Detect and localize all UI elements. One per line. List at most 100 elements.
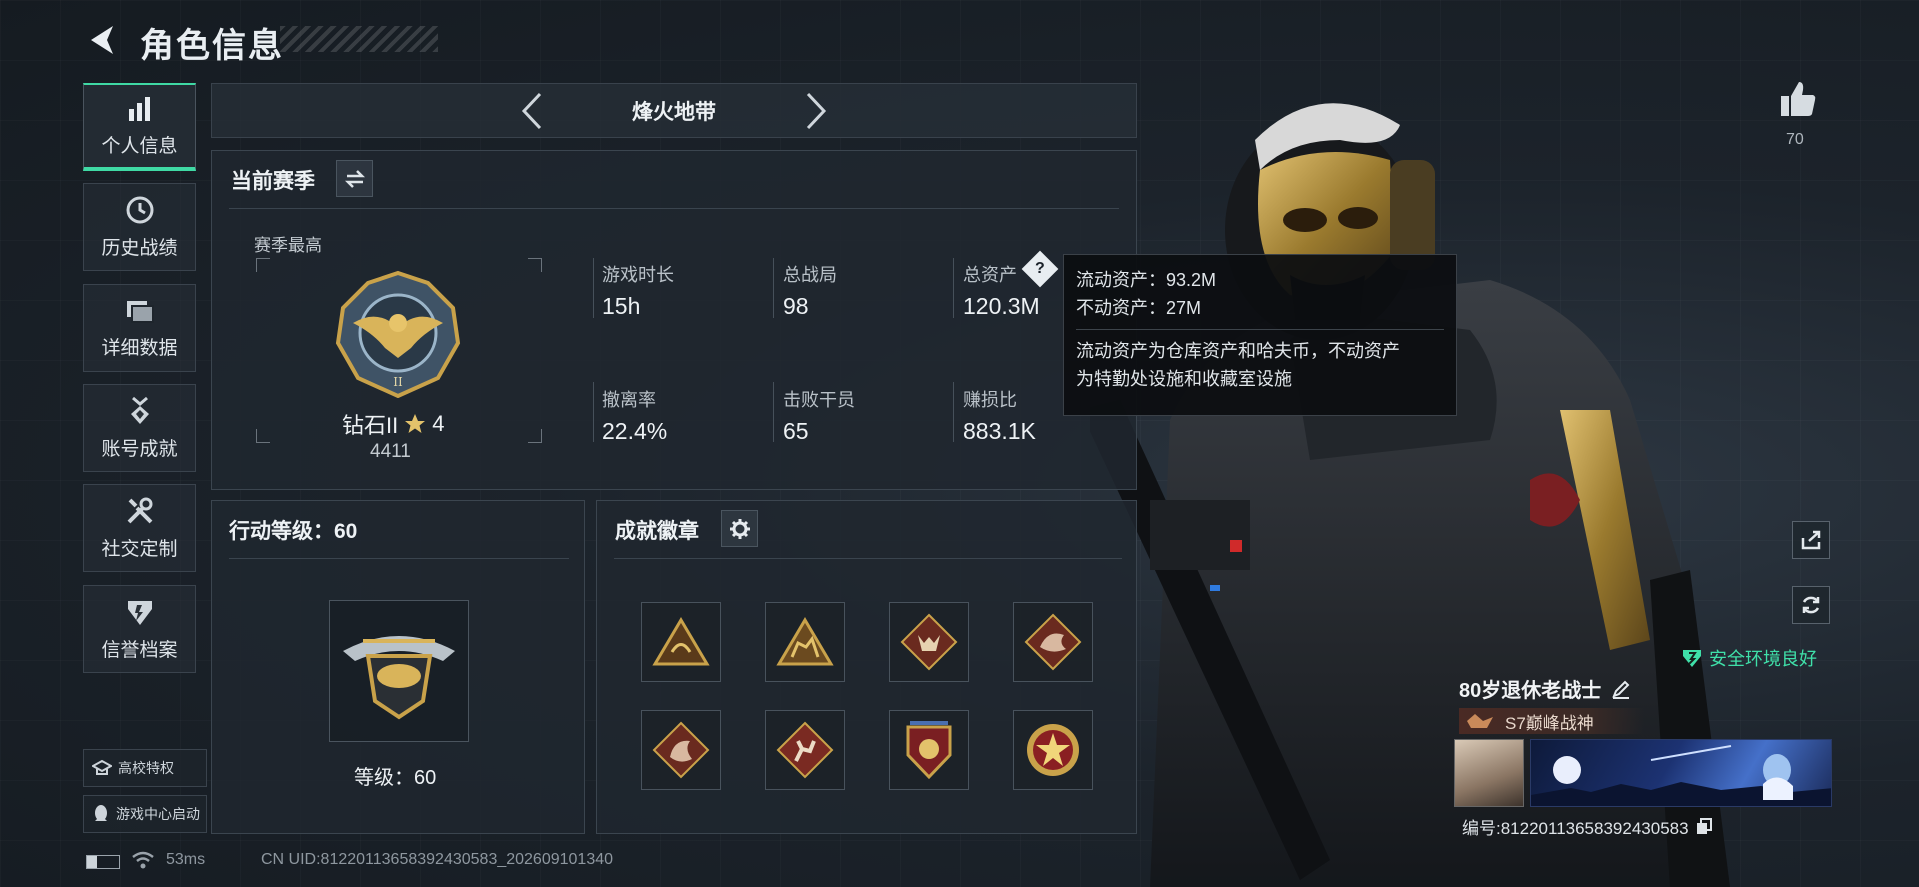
stat-value: 65 [783,418,809,444]
divider [229,558,569,559]
action-level-emblem[interactable] [329,600,469,742]
divider [953,258,954,318]
refresh-button[interactable] [1792,586,1830,624]
school-privilege-label: 高校特权 [118,760,174,776]
sidebar-item-personal-info[interactable]: 个人信息 [83,83,196,171]
sidebar-item-label: 账号成就 [101,438,178,460]
copy-icon[interactable] [1695,817,1713,836]
sidebar-item-label: 社交定制 [101,538,178,560]
sidebar-item-label: 个人信息 [101,135,178,157]
divider [229,208,1119,209]
tooltip-note-2: 为特勤处设施和收藏室设施 [1076,368,1292,389]
safety-shield-icon [1683,650,1701,667]
badge-slot[interactable] [889,710,969,790]
badge-slot[interactable] [765,710,845,790]
stat-value: 22.4% [602,418,668,444]
like-button[interactable] [1779,80,1817,118]
sidebar-item-label: 历史战绩 [101,237,178,259]
helicopter-badge-icon [343,636,455,720]
divider [593,258,594,318]
badge-slot[interactable] [641,602,721,682]
badge-slot[interactable] [1013,710,1093,790]
badge-settings-button[interactable] [721,510,758,547]
badge-slot[interactable] [765,602,845,682]
sidebar-item-achievements[interactable]: 账号成就 [83,384,196,472]
school-privilege-button[interactable]: 高校特权 [83,749,207,787]
stat-value: 120.3M [963,293,1040,319]
switch-season-button[interactable] [336,160,373,197]
sidebar-item-detail-data[interactable]: 详细数据 [83,284,196,372]
back-button[interactable] [84,22,120,58]
shield-icon [127,600,152,625]
bar-chart-icon [128,96,150,121]
chevron-right-icon [806,92,827,129]
tooltip-note-1: 流动资产为仓库资产和哈夫币，不动资产 [1076,340,1400,361]
season-title: 当前赛季 [231,170,315,193]
edit-pencil-icon[interactable] [1611,679,1631,699]
action-level-title: 行动等级：60 [229,520,358,543]
player-title-badge[interactable]: S7巅峰战神 [1459,708,1644,734]
rank-line: 钻石II 4 [342,408,444,440]
player-uid: 编号:81220113658392430583 [1462,819,1689,838]
badge-slot[interactable] [889,602,969,682]
badge-slot[interactable] [1013,602,1093,682]
safety-text: 安全环境良好 [1709,649,1817,669]
gear-icon [729,518,750,539]
back-arrow-icon [91,26,113,54]
star-badge-icon [1027,724,1079,776]
wifi-icon [132,851,154,874]
triangle-badge-icon [652,617,710,666]
asset-tooltip: 流动资产：93.2M 不动资产：27M 流动资产为仓库资产和哈夫币，不动资产 为… [1063,254,1457,416]
stat-value: 883.1K [963,418,1036,444]
player-uid-line: 编号:81220113658392430583 [1462,814,1713,839]
sidebar-item-social[interactable]: 社交定制 [83,484,196,572]
battery-icon [86,855,120,869]
triangle-camel-badge-icon [776,617,834,666]
wolf-badge-icon [900,613,958,671]
sidebar-item-label: 信誉档案 [101,639,178,661]
divider [953,382,954,442]
stat-label: 总战局 [783,265,837,285]
sidebar-item-history[interactable]: 历史战绩 [83,183,196,271]
tooltip-fixed: 不动资产：27M [1076,297,1202,318]
avatar[interactable] [1454,739,1524,807]
player-name: 80岁退休老战士 [1459,680,1602,702]
dragon-badge-icon [1024,613,1082,671]
qq-icon [95,805,107,821]
safety-status: 安全环境良好 [1681,645,1817,671]
rank-score: 4411 [370,441,411,462]
share-button[interactable] [1792,521,1830,559]
dragon-badge-2-icon [652,721,710,779]
sidebar-item-label: 详细数据 [101,337,178,359]
svg-text:II: II [393,375,403,389]
thumbs-up-icon [1781,82,1816,116]
divider [593,382,594,442]
stat-value: 98 [783,293,809,319]
prev-mode-button[interactable] [512,86,552,136]
history-clock-icon [126,196,153,223]
tooltip-liquid: 流动资产：93.2M [1076,270,1217,290]
tools-icon [127,497,152,523]
sidebar-item-credit[interactable]: 信誉档案 [83,585,196,673]
game-center-launch-button[interactable]: 游戏中心启动 [83,795,207,833]
folder-icon [126,300,154,323]
shield-badge-icon [906,721,952,780]
rank-stars: 4 [432,411,445,436]
divider [773,382,774,442]
badges-title: 成就徽章 [615,520,699,543]
star-icon [405,414,426,433]
level-text: 等级：60 [354,767,437,789]
profile-banner[interactable] [1530,739,1832,807]
divider [1076,328,1444,330]
school-icon [92,759,112,775]
mode-selector: 烽火地带 [211,83,1137,138]
chevron-left-icon [521,92,542,129]
cn-uid-text: CN UID:81220113658392430583_202609101340 [261,851,614,868]
next-mode-button[interactable] [796,86,836,136]
share-icon [1801,530,1821,550]
stat-label: 总资产 [963,265,1017,285]
badge-slot[interactable] [641,710,721,790]
medal-icon [130,396,149,424]
like-count: 70 [1786,131,1804,148]
ping-text: 53ms [166,851,206,868]
